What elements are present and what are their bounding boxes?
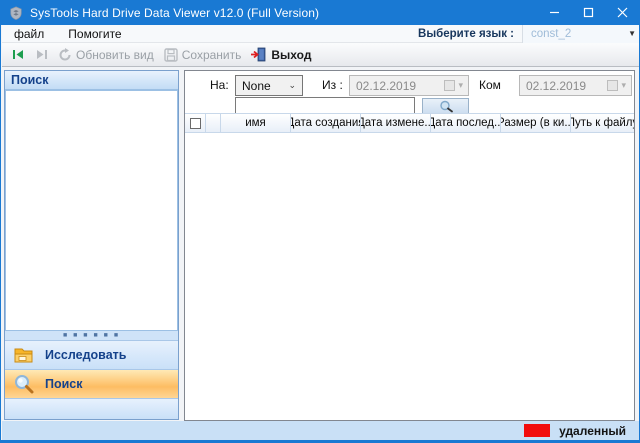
exit-label: Выход [271, 47, 312, 62]
refresh-icon [59, 47, 71, 60]
window-controls [537, 0, 639, 25]
calendar-icon: ▾ [444, 80, 468, 91]
language-selector-group: Выберите язык : const_2 ▼ [418, 24, 639, 43]
save-icon [164, 47, 178, 62]
chevron-down-icon: ⌄ [288, 80, 296, 90]
search-results-tree[interactable] [5, 90, 178, 331]
refresh-view-button[interactable]: Обновить вид [53, 43, 159, 66]
table-header-size[interactable]: Размер (в ки... [501, 114, 571, 132]
left-panel: Поиск ■ ■ ■ ■ ■ ■ Исследовать Поиск [4, 70, 179, 420]
save-button[interactable]: Сохранить [159, 43, 247, 66]
from-date-picker[interactable]: 02.12.2019 ▾ [349, 75, 469, 96]
refresh-view-label: Обновить вид [76, 47, 154, 62]
menu-help[interactable]: Помогите [56, 25, 133, 42]
exit-button[interactable]: Выход [246, 43, 316, 66]
window-title: SysTools Hard Drive Data Viewer v12.0 (F… [30, 5, 320, 20]
title-bar: SysTools Hard Drive Data Viewer v12.0 (F… [1, 0, 639, 25]
deleted-legend-swatch [524, 424, 551, 437]
exit-door-icon [251, 47, 266, 62]
left-panel-header: Поиск [5, 71, 178, 90]
filter-type-dropdown[interactable]: None ⌄ [235, 75, 303, 96]
right-panel: На: None ⌄ Из : 02.12.2019 ▾ Ком 02.12.2… [184, 70, 635, 421]
from-label: Из : [322, 78, 343, 92]
search-button-nav-label: Поиск [45, 377, 83, 391]
table-header-path[interactable]: Путь к файлу [571, 114, 634, 132]
nav-last-icon [37, 50, 47, 59]
magnifier-icon [15, 375, 34, 394]
language-dropdown[interactable]: const_2 ▼ [522, 24, 639, 43]
magnifier-icon [439, 100, 453, 112]
to-label: Ком [479, 78, 501, 92]
left-panel-filler [5, 398, 178, 419]
save-label: Сохранить [181, 47, 242, 62]
nav-first-icon [13, 50, 23, 59]
toolbar: Обновить вид Сохранить Выход [2, 43, 639, 67]
search-submit-button[interactable] [422, 98, 469, 114]
filter-row-1: На: None ⌄ Из : 02.12.2019 ▾ Ком 02.12.2… [185, 75, 634, 96]
menu-file[interactable]: файл [2, 25, 56, 42]
table-header-spacer [206, 114, 221, 132]
from-date-value: 02.12.2019 [356, 78, 417, 93]
select-all-checkbox[interactable] [189, 117, 201, 129]
table-header-date-accessed[interactable]: Дата послед... [431, 114, 501, 132]
menu-bar: файл Помогите Выберите язык : const_2 ▼ [2, 24, 639, 43]
table-header-select-all[interactable] [185, 114, 206, 132]
filter-type-value: None [242, 78, 271, 93]
on-label: На: [210, 78, 229, 92]
calendar-icon: ▾ [607, 80, 631, 91]
chevron-down-icon: ▼ [628, 29, 636, 38]
nav-first-button[interactable] [7, 43, 30, 66]
to-date-value: 02.12.2019 [526, 78, 587, 93]
language-label: Выберите язык : [418, 27, 514, 40]
app-window: SysTools Hard Drive Data Viewer v12.0 (F… [0, 0, 640, 443]
maximize-button[interactable] [571, 0, 605, 25]
search-button-nav[interactable]: Поиск [5, 369, 178, 398]
language-value: const_2 [531, 27, 572, 40]
folder-icon [14, 348, 33, 363]
panel-splitter-handle[interactable]: ■ ■ ■ ■ ■ ■ [5, 331, 178, 340]
table-header-date-modified[interactable]: Дата измене... [361, 114, 431, 132]
table-header-date-created[interactable]: Дата создания [291, 114, 361, 132]
close-button[interactable] [605, 0, 639, 25]
app-logo-icon [10, 5, 22, 20]
minimize-button[interactable] [537, 0, 571, 25]
to-date-picker[interactable]: 02.12.2019 ▾ [519, 75, 632, 96]
nav-last-button[interactable] [30, 43, 53, 66]
explore-button-label: Исследовать [45, 348, 127, 362]
deleted-legend-label: удаленный [559, 423, 626, 438]
table-body-empty [185, 133, 634, 420]
table-header-row: имя Дата создания Дата измене... Дата по… [185, 113, 634, 133]
status-bar: удаленный [2, 421, 639, 440]
table-header-name[interactable]: имя [221, 114, 291, 132]
explore-button[interactable]: Исследовать [5, 340, 178, 369]
